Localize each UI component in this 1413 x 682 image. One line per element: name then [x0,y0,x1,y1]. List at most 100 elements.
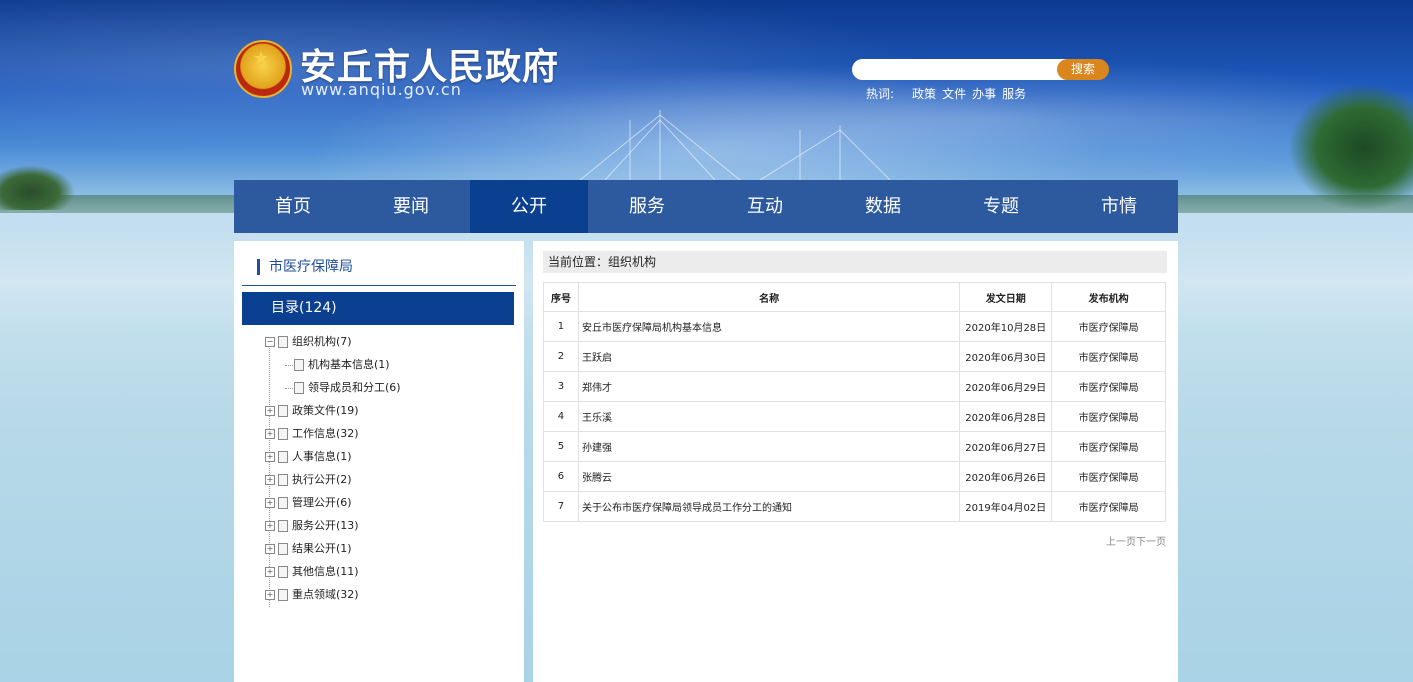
tree-node-label: 组织机构(7) [292,335,352,348]
column-header-date: 发文日期 [959,282,1053,312]
divider [242,285,516,286]
tree-node[interactable]: + 结果公开(1) [265,541,352,557]
cell-date: 2020年06月29日 [959,371,1053,402]
cell-date: 2020年06月27日 [959,431,1053,462]
column-header-name: 名称 [577,282,961,312]
document-link[interactable]: 王乐溪 [577,401,961,432]
cell-org: 市医疗保障局 [1051,371,1166,402]
table-row: 4 王乐溪 2020年06月28日 市医疗保障局 [543,401,1166,432]
expand-icon[interactable]: + [265,590,275,600]
bridge-illustration [560,110,900,185]
directory-header[interactable]: 目录(124) [242,292,514,325]
document-link[interactable]: 关于公布市医疗保障局领导成员工作分工的通知 [577,491,961,522]
document-icon [278,474,288,486]
document-icon [278,428,288,440]
document-link[interactable]: 郑伟才 [577,371,961,402]
cell-org: 市医疗保障局 [1051,431,1166,462]
expand-icon[interactable]: + [265,452,275,462]
collapse-icon[interactable]: − [265,337,275,347]
pagination: 上一页下一页 [1106,533,1166,548]
tree-node[interactable]: + 服务公开(13) [265,518,359,534]
department-title: 市医疗保障局 [257,259,353,275]
document-icon [294,382,304,394]
table-row: 6 张腾云 2020年06月26日 市医疗保障局 [543,461,1166,492]
document-link[interactable]: 王跃启 [577,341,961,372]
column-header-no: 序号 [543,282,579,312]
cell-date: 2020年06月28日 [959,401,1053,432]
tree-node[interactable]: + 管理公开(6) [265,495,352,511]
expand-icon[interactable]: + [265,567,275,577]
prev-page-link[interactable]: 上一页 [1106,537,1136,548]
nav-item-city-info[interactable]: 市情 [1060,180,1178,233]
nav-item-topics[interactable]: 专题 [942,180,1060,233]
tree-node-label: 政策文件(19) [292,404,359,417]
document-icon [278,543,288,555]
tree-node[interactable]: + 人事信息(1) [265,449,352,465]
nav-item-news[interactable]: 要闻 [352,180,470,233]
sidebar: 市医疗保障局 目录(124) − 组织机构(7) 机构基本信息(1) 领导成员和分… [234,241,524,682]
tree-node-label: 机构基本信息(1) [308,358,390,371]
trees-left [0,165,75,210]
search-input[interactable] [852,59,1072,80]
cell-no: 2 [543,341,579,372]
tree-node-label: 服务公开(13) [292,519,359,532]
cell-date: 2019年04月02日 [959,491,1053,522]
expand-icon[interactable]: + [265,429,275,439]
cell-no: 5 [543,431,579,462]
document-link[interactable]: 张腾云 [577,461,961,492]
nav-item-home[interactable]: 首页 [234,180,352,233]
table-row: 2 王跃启 2020年06月30日 市医疗保障局 [543,341,1166,372]
document-link[interactable]: 孙建强 [577,431,961,462]
hotwords-label: 热词: [866,87,895,101]
document-icon [278,520,288,532]
expand-icon[interactable]: + [265,521,275,531]
main-nav: 首页 要闻 公开 服务 互动 数据 专题 市情 [234,180,1178,233]
expand-icon[interactable]: + [265,498,275,508]
tree-node[interactable]: + 工作信息(32) [265,426,359,442]
cell-no: 1 [543,311,579,342]
document-link[interactable]: 安丘市医疗保障局机构基本信息 [577,311,961,342]
document-icon [278,405,288,417]
cell-org: 市医疗保障局 [1051,461,1166,492]
table-row: 7 关于公布市医疗保障局领导成员工作分工的通知 2019年04月02日 市医疗保… [543,491,1166,522]
hotword-link[interactable]: 服务 [1002,87,1026,101]
tree-node-child[interactable]: 领导成员和分工(6) [285,380,401,396]
tree-node[interactable]: + 其他信息(11) [265,564,359,580]
trees-right [1290,85,1413,210]
tree-node-label: 重点领域(32) [292,588,359,601]
nav-item-data[interactable]: 数据 [824,180,942,233]
next-page-link[interactable]: 下一页 [1136,537,1166,548]
hotword-link[interactable]: 政策 [912,87,936,101]
tree-node-label: 结果公开(1) [292,542,352,555]
tree-node[interactable]: + 执行公开(2) [265,472,352,488]
document-icon [294,359,304,371]
cell-no: 3 [543,371,579,402]
tree-node[interactable]: + 政策文件(19) [265,403,359,419]
hotword-link[interactable]: 文件 [942,87,966,101]
nav-item-interaction[interactable]: 互动 [706,180,824,233]
expand-icon[interactable]: + [265,475,275,485]
cell-org: 市医疗保障局 [1051,341,1166,372]
tree-node-label: 管理公开(6) [292,496,352,509]
expand-icon[interactable]: + [265,544,275,554]
main-content: 当前位置：组织机构 序号 名称 发文日期 发布机构 1 安丘市医疗保障局机构基本… [533,241,1178,682]
hotword-link[interactable]: 办事 [972,87,996,101]
tree-node-label: 执行公开(2) [292,473,352,486]
cell-date: 2020年06月30日 [959,341,1053,372]
document-icon [278,451,288,463]
search-box: 搜索 [852,59,1109,80]
nav-item-public[interactable]: 公开 [470,180,588,233]
tree-node-org-structure[interactable]: − 组织机构(7) [265,334,352,350]
tree-node[interactable]: + 重点领域(32) [265,587,359,603]
document-icon [278,336,288,348]
nav-item-service[interactable]: 服务 [588,180,706,233]
table-row: 3 郑伟才 2020年06月29日 市医疗保障局 [543,371,1166,402]
column-header-org: 发布机构 [1051,282,1166,312]
tree-node-child[interactable]: 机构基本信息(1) [285,357,390,373]
search-button[interactable]: 搜索 [1057,59,1109,80]
expand-icon[interactable]: + [265,406,275,416]
cell-org: 市医疗保障局 [1051,491,1166,522]
document-icon [278,589,288,601]
tree-node-label: 人事信息(1) [292,450,352,463]
table-row: 1 安丘市医疗保障局机构基本信息 2020年10月28日 市医疗保障局 [543,311,1166,342]
